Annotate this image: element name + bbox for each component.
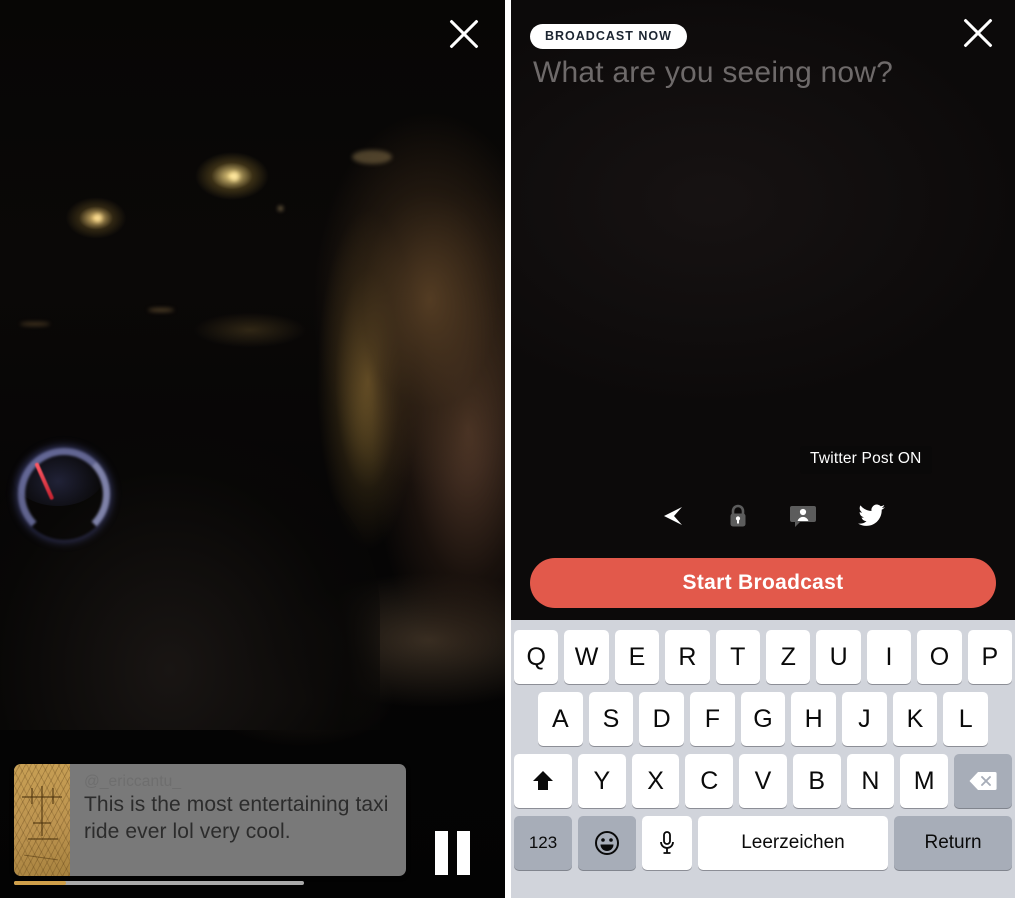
close-x-icon	[445, 15, 483, 53]
location-toggle-button[interactable]	[651, 494, 695, 538]
key-p[interactable]: P	[967, 630, 1013, 684]
key-a[interactable]: A	[537, 692, 583, 746]
broadcast-compose-panel: BROADCAST NOW Twitter Post ON	[511, 0, 1015, 898]
key-shift[interactable]	[513, 754, 572, 808]
street-light-speck	[148, 308, 174, 312]
close-video-button[interactable]	[445, 15, 483, 53]
location-icon	[664, 507, 682, 525]
chat-toggle-button[interactable]	[781, 494, 825, 538]
key-q[interactable]: Q	[513, 630, 559, 684]
start-broadcast-button[interactable]: Start Broadcast	[530, 558, 996, 608]
street-light-speck	[278, 206, 283, 211]
key-w[interactable]: W	[564, 630, 609, 684]
key-l[interactable]: L	[943, 692, 989, 746]
pause-icon-bar-left	[434, 831, 448, 875]
avatar-stroke	[28, 838, 58, 840]
key-f[interactable]: F	[690, 692, 735, 746]
private-lock-toggle-button[interactable]	[716, 494, 760, 538]
key-backspace[interactable]	[954, 754, 1013, 808]
key-d[interactable]: D	[639, 692, 684, 746]
speedometer-cluster	[12, 444, 110, 540]
avatar-stroke	[52, 788, 54, 804]
key-numbers[interactable]: 123	[514, 816, 572, 870]
pause-button[interactable]	[429, 830, 475, 876]
avatar-stroke	[31, 788, 33, 804]
avatar-stroke	[41, 786, 43, 806]
twitter-toggle-button[interactable]	[850, 494, 894, 538]
street-light-speck	[230, 172, 239, 181]
playback-progress-fill	[14, 881, 67, 885]
chat-person-icon	[790, 506, 816, 527]
key-z[interactable]: Z	[766, 630, 811, 684]
compose-area: BROADCAST NOW Twitter Post ON	[511, 0, 1015, 620]
speedometer-dial	[18, 448, 110, 540]
key-m[interactable]: M	[900, 754, 949, 808]
sketch-face-avatar	[14, 764, 70, 876]
smiley-face-icon	[595, 831, 619, 855]
key-y[interactable]: Y	[577, 754, 626, 808]
key-n[interactable]: N	[846, 754, 895, 808]
panel-divider	[505, 0, 511, 898]
key-c[interactable]: C	[685, 754, 734, 808]
key-v[interactable]: V	[739, 754, 787, 808]
close-compose-button[interactable]	[959, 14, 997, 52]
key-h[interactable]: H	[791, 692, 837, 746]
broadcast-title-input[interactable]	[533, 56, 983, 90]
keyboard-row-3: Y X C V B N M	[511, 750, 1015, 812]
comment-author-handle: @_ericcantu_	[84, 773, 182, 790]
app-screen: @_ericcantu_ This is the most entertaini…	[0, 0, 1015, 898]
street-light-speck	[20, 322, 50, 326]
keyboard-row-2: A S D F G H J K L	[511, 688, 1015, 750]
comment-body: @_ericcantu_ This is the most entertaini…	[70, 764, 406, 876]
live-video-panel: @_ericcantu_ This is the most entertaini…	[0, 0, 505, 898]
key-i[interactable]: I	[866, 630, 912, 684]
close-x-icon	[959, 14, 997, 52]
broadcast-options-row	[511, 494, 1015, 538]
lock-icon	[730, 504, 746, 527]
backspace-delete-icon	[969, 772, 997, 790]
key-o[interactable]: O	[917, 630, 962, 684]
key-b[interactable]: B	[792, 754, 841, 808]
key-dictation[interactable]	[642, 816, 692, 870]
broadcast-now-badge[interactable]: BROADCAST NOW	[530, 24, 687, 49]
key-space[interactable]: Leerzeichen	[698, 816, 888, 870]
twitter-post-tooltip: Twitter Post ON	[800, 446, 932, 474]
key-return[interactable]: Return	[894, 816, 1012, 870]
microphone-icon	[660, 831, 674, 854]
key-e[interactable]: E	[614, 630, 660, 684]
avatar-stroke	[33, 822, 51, 824]
avatar-stroke	[41, 806, 43, 836]
viewer-comment-card[interactable]: @_ericcantu_ This is the most entertaini…	[14, 764, 406, 876]
key-s[interactable]: S	[588, 692, 634, 746]
playback-progress-bar[interactable]	[14, 881, 304, 885]
avatar-stroke	[24, 854, 58, 861]
key-t[interactable]: T	[715, 630, 760, 684]
pause-icon-bar-right	[456, 831, 470, 875]
keyboard-row-4: 123 Leerzeichen Return	[511, 812, 1015, 874]
shift-arrow-icon	[532, 771, 553, 790]
headlight-glare	[352, 150, 392, 164]
key-x[interactable]: X	[631, 754, 680, 808]
key-g[interactable]: G	[740, 692, 786, 746]
street-light-speck	[94, 214, 102, 222]
comment-message: This is the most entertaining taxi ride …	[84, 793, 389, 844]
twitter-bird-icon	[858, 504, 885, 526]
keyboard-row-1: Q W E R T Z U I O P	[511, 626, 1015, 688]
key-j[interactable]: J	[842, 692, 887, 746]
key-u[interactable]: U	[816, 630, 861, 684]
key-k[interactable]: K	[892, 692, 938, 746]
on-screen-keyboard: Q W E R T Z U I O P A S D F G H J K L Y …	[511, 620, 1015, 898]
key-r[interactable]: R	[665, 630, 710, 684]
key-emoji[interactable]	[578, 816, 636, 870]
